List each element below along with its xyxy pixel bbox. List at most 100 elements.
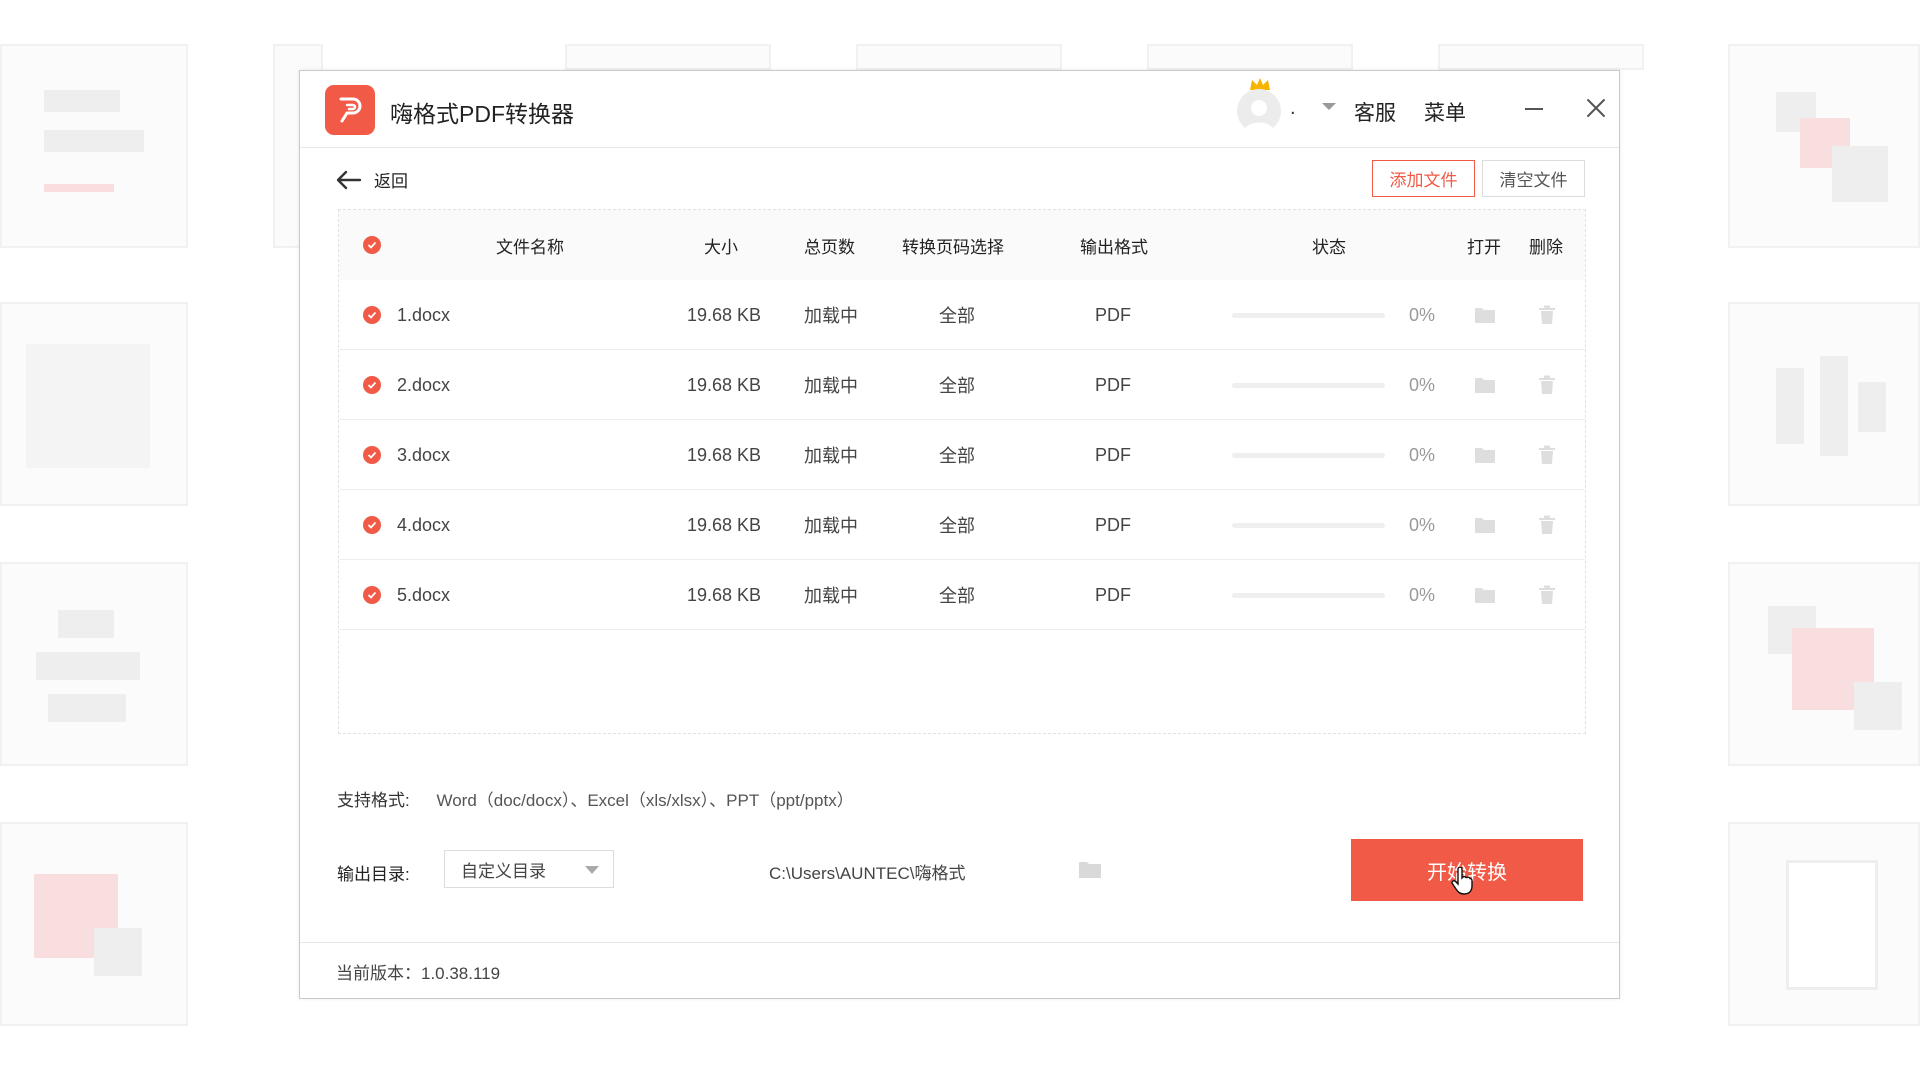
- check-icon: [363, 236, 381, 254]
- bg-tile: [1728, 822, 1920, 1026]
- close-icon[interactable]: [1583, 95, 1609, 121]
- progress-bar: [1232, 350, 1385, 420]
- user-icon: [1243, 100, 1275, 133]
- trash-icon: [1539, 375, 1555, 394]
- table-row: 1.docx 19.68 KB 加载中 全部 PDF 0%: [339, 280, 1585, 350]
- progress-bar: [1232, 420, 1385, 490]
- progress-percent: 0%: [1409, 444, 1436, 465]
- avatar[interactable]: [1237, 89, 1281, 133]
- bg-tile: [856, 44, 1062, 70]
- bg-tile: [1438, 44, 1644, 70]
- folder-icon: [1475, 518, 1495, 533]
- bg-tile: [1728, 562, 1920, 766]
- bg-tile: [0, 302, 188, 506]
- page-count: 加载中: [804, 586, 858, 606]
- table-body: 1.docx 19.68 KB 加载中 全部 PDF 0% 2.docx 19.…: [339, 280, 1585, 630]
- folder-icon: [1475, 308, 1495, 323]
- file-table: 文件名称 大小 总页数 转换页码选择 输出格式 状态 打开 删除 1.docx …: [338, 209, 1586, 734]
- trash-icon: [1539, 515, 1555, 534]
- trash-icon: [1539, 585, 1555, 604]
- row-checkbox[interactable]: [363, 280, 381, 350]
- delete-button[interactable]: [1538, 420, 1556, 490]
- delete-button[interactable]: [1538, 560, 1556, 630]
- output-path: C:\Users\AUNTEC\嗨格式: [769, 864, 966, 883]
- bg-tile: [0, 562, 188, 766]
- table-header: 文件名称 大小 总页数 转换页码选择 输出格式 状态 打开 删除: [339, 210, 1585, 280]
- page-range[interactable]: 全部: [912, 350, 1002, 420]
- menu-link[interactable]: 菜单: [1424, 97, 1466, 127]
- folder-icon: [1475, 588, 1495, 603]
- title-bar: 嗨格式PDF转换器 . 客服 菜单: [300, 71, 1619, 148]
- row-checkbox[interactable]: [363, 560, 381, 630]
- delete-button[interactable]: [1538, 350, 1556, 420]
- delete-button[interactable]: [1538, 280, 1556, 350]
- header-delete: 删除: [1529, 237, 1563, 257]
- header-pages: 总页数: [804, 237, 855, 257]
- output-format[interactable]: PDF: [1074, 490, 1152, 560]
- back-button[interactable]: 返回: [336, 167, 408, 192]
- open-folder-button[interactable]: [1474, 350, 1496, 420]
- check-icon: [363, 306, 381, 324]
- progress-bar: [1232, 280, 1385, 350]
- customer-service-link[interactable]: 客服: [1354, 97, 1396, 127]
- file-name: 3.docx: [397, 444, 451, 465]
- output-dir-select[interactable]: 自定义目录: [444, 850, 614, 888]
- back-label: 返回: [374, 172, 408, 191]
- bg-tile: [0, 822, 188, 1026]
- header-page-range: 转换页码选择: [902, 237, 1004, 257]
- clear-files-button[interactable]: 清空文件: [1482, 160, 1585, 197]
- output-format[interactable]: PDF: [1074, 560, 1152, 630]
- row-checkbox[interactable]: [363, 420, 381, 490]
- output-format[interactable]: PDF: [1074, 280, 1152, 350]
- page-count: 加载中: [804, 306, 858, 326]
- check-icon: [363, 376, 381, 394]
- output-format[interactable]: PDF: [1074, 420, 1152, 490]
- open-folder-button[interactable]: [1474, 490, 1496, 560]
- browse-folder-icon[interactable]: [1078, 859, 1102, 879]
- page-count: 加载中: [804, 376, 858, 396]
- bg-tile: [1728, 44, 1920, 248]
- file-size: 19.68 KB: [687, 514, 762, 535]
- table-row: 2.docx 19.68 KB 加载中 全部 PDF 0%: [339, 350, 1585, 420]
- output-format[interactable]: PDF: [1074, 350, 1152, 420]
- row-checkbox[interactable]: [363, 350, 381, 420]
- page-range[interactable]: 全部: [912, 420, 1002, 490]
- bg-tile: [1147, 44, 1353, 70]
- row-checkbox[interactable]: [363, 490, 381, 560]
- check-icon: [363, 586, 381, 604]
- page-range[interactable]: 全部: [912, 280, 1002, 350]
- header-open: 打开: [1467, 237, 1501, 257]
- page-range[interactable]: 全部: [912, 560, 1002, 630]
- supported-formats-label: 支持格式:: [337, 791, 410, 810]
- file-name: 5.docx: [397, 584, 451, 605]
- user-name[interactable]: .: [1290, 97, 1296, 120]
- page-count: 加载中: [804, 516, 858, 536]
- add-files-button[interactable]: 添加文件: [1372, 160, 1475, 197]
- select-all-checkbox[interactable]: [363, 210, 381, 280]
- file-name: 4.docx: [397, 514, 451, 535]
- bg-tile: [1728, 302, 1920, 506]
- delete-button[interactable]: [1538, 490, 1556, 560]
- chevron-down-icon: [585, 866, 599, 874]
- file-size: 19.68 KB: [687, 444, 762, 465]
- user-dropdown-chevron-icon[interactable]: [1322, 103, 1336, 110]
- minimize-icon[interactable]: [1525, 108, 1543, 110]
- header-status: 状态: [1312, 237, 1346, 257]
- open-folder-button[interactable]: [1474, 280, 1496, 350]
- header-name: 文件名称: [496, 237, 564, 257]
- check-icon: [363, 516, 381, 534]
- table-row: 4.docx 19.68 KB 加载中 全部 PDF 0%: [339, 490, 1585, 560]
- open-folder-button[interactable]: [1474, 560, 1496, 630]
- page-range[interactable]: 全部: [912, 490, 1002, 560]
- supported-formats: 支持格式: Word（doc/docx）、Excel（xls/xlsx）、PPT…: [337, 786, 854, 811]
- output-dir-label: 输出目录:: [337, 865, 410, 884]
- folder-icon: [1475, 448, 1495, 463]
- open-folder-button[interactable]: [1474, 420, 1496, 490]
- progress-percent: 0%: [1409, 304, 1436, 325]
- bg-tile: [565, 44, 771, 70]
- table-row: 3.docx 19.68 KB 加载中 全部 PDF 0%: [339, 420, 1585, 490]
- progress-percent: 0%: [1409, 584, 1436, 605]
- progress-bar: [1232, 490, 1385, 560]
- file-name: 2.docx: [397, 374, 451, 395]
- arrow-left-icon: [336, 170, 362, 189]
